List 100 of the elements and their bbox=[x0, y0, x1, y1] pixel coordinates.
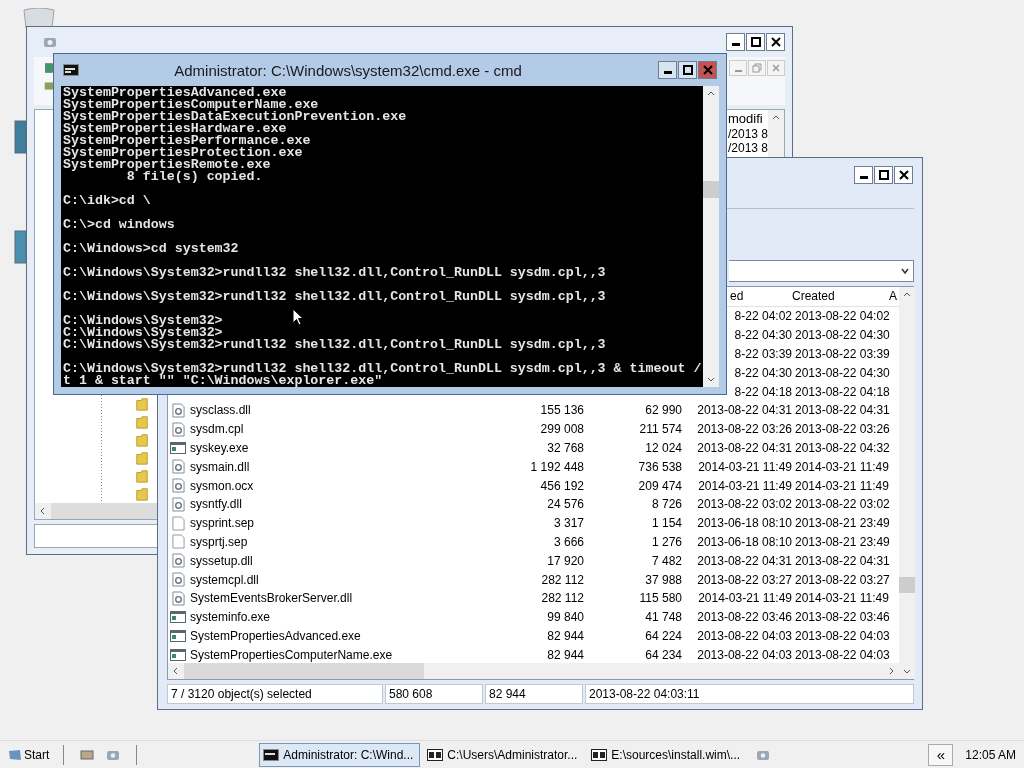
table-cell: 211 574 bbox=[639, 422, 682, 437]
file-name[interactable]: sysmon.ocx bbox=[190, 478, 254, 493]
taskbar-button[interactable]: Administrator: C:\Wind... bbox=[259, 742, 421, 767]
maximize-button[interactable] bbox=[678, 61, 697, 79]
table-cell: 2013-08-22 04:31 bbox=[697, 440, 792, 455]
console-icon bbox=[263, 748, 280, 761]
table-cell: 2013-08-22 03:02 bbox=[795, 497, 890, 512]
folder-icon[interactable] bbox=[135, 487, 149, 501]
table-cell: 155 136 bbox=[540, 403, 584, 418]
program-icon bbox=[170, 628, 186, 643]
console-icon bbox=[63, 64, 79, 76]
close-icon bbox=[770, 37, 781, 47]
table-cell: 41 748 bbox=[645, 610, 682, 625]
status-text: 2013-08-22 04:03:11 bbox=[585, 684, 914, 704]
settings-file-icon bbox=[171, 553, 185, 569]
close-icon bbox=[702, 65, 713, 75]
console-line: C:\Windows\System32>rundll32 shell32.dll,Control_RunDLL sysdm.cpl,,3 bbox=[63, 291, 606, 303]
file-name[interactable]: sysprtj.sep bbox=[190, 534, 248, 549]
folder-icon[interactable] bbox=[135, 469, 149, 483]
program-icon bbox=[170, 610, 186, 625]
close-button[interactable] bbox=[766, 33, 785, 51]
minimize-button[interactable] bbox=[854, 165, 873, 184]
file-name[interactable]: sysclass.dll bbox=[190, 403, 251, 418]
maximize-button[interactable] bbox=[874, 165, 893, 184]
table-cell: 3 666 bbox=[553, 534, 584, 549]
scrollbar-thumb[interactable] bbox=[899, 577, 915, 593]
folder-icon[interactable] bbox=[135, 415, 149, 429]
taskbar-button[interactable]: C:\Users\Administrator... bbox=[423, 742, 585, 767]
table-cell: 282 112 bbox=[541, 591, 584, 606]
file-name[interactable]: SystemPropertiesAdvanced.exe bbox=[190, 628, 361, 643]
file-name[interactable]: sysprint.sep bbox=[190, 516, 255, 531]
file-name[interactable]: sysntfy.dll bbox=[190, 497, 242, 512]
scrollbar-thumb[interactable] bbox=[703, 181, 719, 198]
table-cell: 2013-08-22 03:39 bbox=[795, 346, 890, 361]
table-cell: 2013-08-22 03:46 bbox=[795, 610, 890, 625]
console-line: C:\Windows\System32>rundll32 shell32.dll,Control_RunDLL sysdm.cpl,,3 bbox=[63, 267, 606, 279]
folder-icon[interactable] bbox=[135, 397, 149, 411]
console-line: SystemPropertiesPerformance.exe bbox=[63, 135, 311, 147]
table-cell: 2013-06-18 08:10 bbox=[697, 516, 792, 531]
file-name[interactable]: sysmain.dll bbox=[190, 459, 250, 474]
scrollbar-thumb[interactable] bbox=[184, 663, 424, 679]
desktop-icon[interactable] bbox=[80, 747, 95, 762]
folder-icon[interactable] bbox=[135, 451, 149, 465]
close-icon bbox=[771, 63, 781, 73]
file-name[interactable]: syskey.exe bbox=[190, 440, 249, 455]
console-line: SystemPropertiesHardware.exe bbox=[63, 123, 287, 135]
minimize-icon bbox=[731, 43, 740, 46]
console-line: C:\idk>cd \ bbox=[63, 195, 151, 207]
table-cell: 32 768 bbox=[547, 440, 584, 455]
path-combo-box[interactable] bbox=[729, 260, 914, 282]
clock: 12:05 AM bbox=[965, 747, 1016, 762]
close-button[interactable] bbox=[894, 165, 913, 184]
table-cell: 2013-08-22 04:30 bbox=[795, 328, 890, 343]
minimize-button[interactable] bbox=[726, 33, 745, 51]
table-cell: 17 920 bbox=[547, 553, 584, 568]
column-header[interactable]: A bbox=[889, 289, 897, 304]
file-name[interactable]: systemcpl.dll bbox=[190, 572, 259, 587]
console-line: SystemPropertiesDataExecutionPrevention.exe bbox=[63, 111, 407, 123]
start-button[interactable]: Start bbox=[6, 743, 52, 766]
column-header[interactable]: modifi bbox=[728, 111, 763, 126]
table-cell: 2013-08-22 03:02 bbox=[697, 497, 792, 512]
recycle-bin-icon[interactable] bbox=[22, 8, 56, 28]
file-name[interactable]: syssetup.dll bbox=[190, 553, 253, 568]
start-icon bbox=[8, 747, 22, 762]
taskbar-button[interactable]: E:\sources\install.wim\... bbox=[587, 742, 749, 767]
minimize-icon bbox=[663, 71, 672, 74]
minimize-button[interactable] bbox=[658, 61, 677, 79]
show-hidden-icons-button[interactable]: « bbox=[928, 743, 954, 766]
table-cell: 99 840 bbox=[547, 610, 584, 625]
file-name[interactable]: SystemPropertiesComputerName.exe bbox=[190, 647, 393, 662]
restore-icon bbox=[752, 63, 762, 73]
table-cell: 8-22 04:02 bbox=[734, 309, 792, 324]
table-cell: 24 576 bbox=[547, 497, 584, 512]
table-cell: 2013-08-22 04:18 bbox=[795, 384, 890, 399]
file-name[interactable]: SystemEventsBrokerServer.dll bbox=[190, 591, 353, 606]
table-cell: 2014-03-21 11:49 bbox=[698, 478, 792, 493]
maximize-button[interactable] bbox=[746, 33, 765, 51]
table-cell: 2013-08-22 04:32 bbox=[795, 440, 890, 455]
column-header[interactable]: Created bbox=[792, 289, 835, 304]
console-line: t 1 & start "" "C:\Windows\explorer.exe" bbox=[63, 375, 383, 387]
table-cell: 2013-08-21 23:49 bbox=[795, 534, 890, 549]
table-cell: 2013-08-22 03:46 bbox=[697, 610, 792, 625]
table-cell: 7 482 bbox=[651, 553, 682, 568]
console-line: C:\>cd windows bbox=[63, 219, 175, 231]
column-header[interactable]: ed bbox=[730, 289, 744, 304]
minimize-icon bbox=[859, 175, 868, 179]
settings-file-icon bbox=[171, 572, 185, 587]
toolbar-icon[interactable] bbox=[44, 81, 54, 91]
window-title: Administrator: C:\Windows\system32\cmd.exe - cmd bbox=[173, 61, 523, 79]
table-cell: 37 988 bbox=[645, 572, 682, 587]
console-line: C:\Windows\System32> bbox=[63, 315, 223, 327]
table-cell: 2014-03-21 11:49 bbox=[795, 459, 889, 474]
status-text: 7 / 3120 object(s) selected bbox=[167, 684, 383, 704]
cursor-icon bbox=[292, 308, 304, 326]
folder-icon[interactable] bbox=[135, 433, 149, 447]
file-name[interactable]: sysdm.cpl bbox=[190, 422, 244, 437]
scroll-left-button[interactable] bbox=[35, 503, 51, 519]
console-line: C:\Windows\System32>rundll32 shell32.dll,Control_RunDLL sysdm.cpl,,3 bbox=[63, 339, 606, 351]
file-name[interactable]: systeminfo.exe bbox=[190, 610, 271, 625]
maximize-icon bbox=[878, 169, 889, 180]
